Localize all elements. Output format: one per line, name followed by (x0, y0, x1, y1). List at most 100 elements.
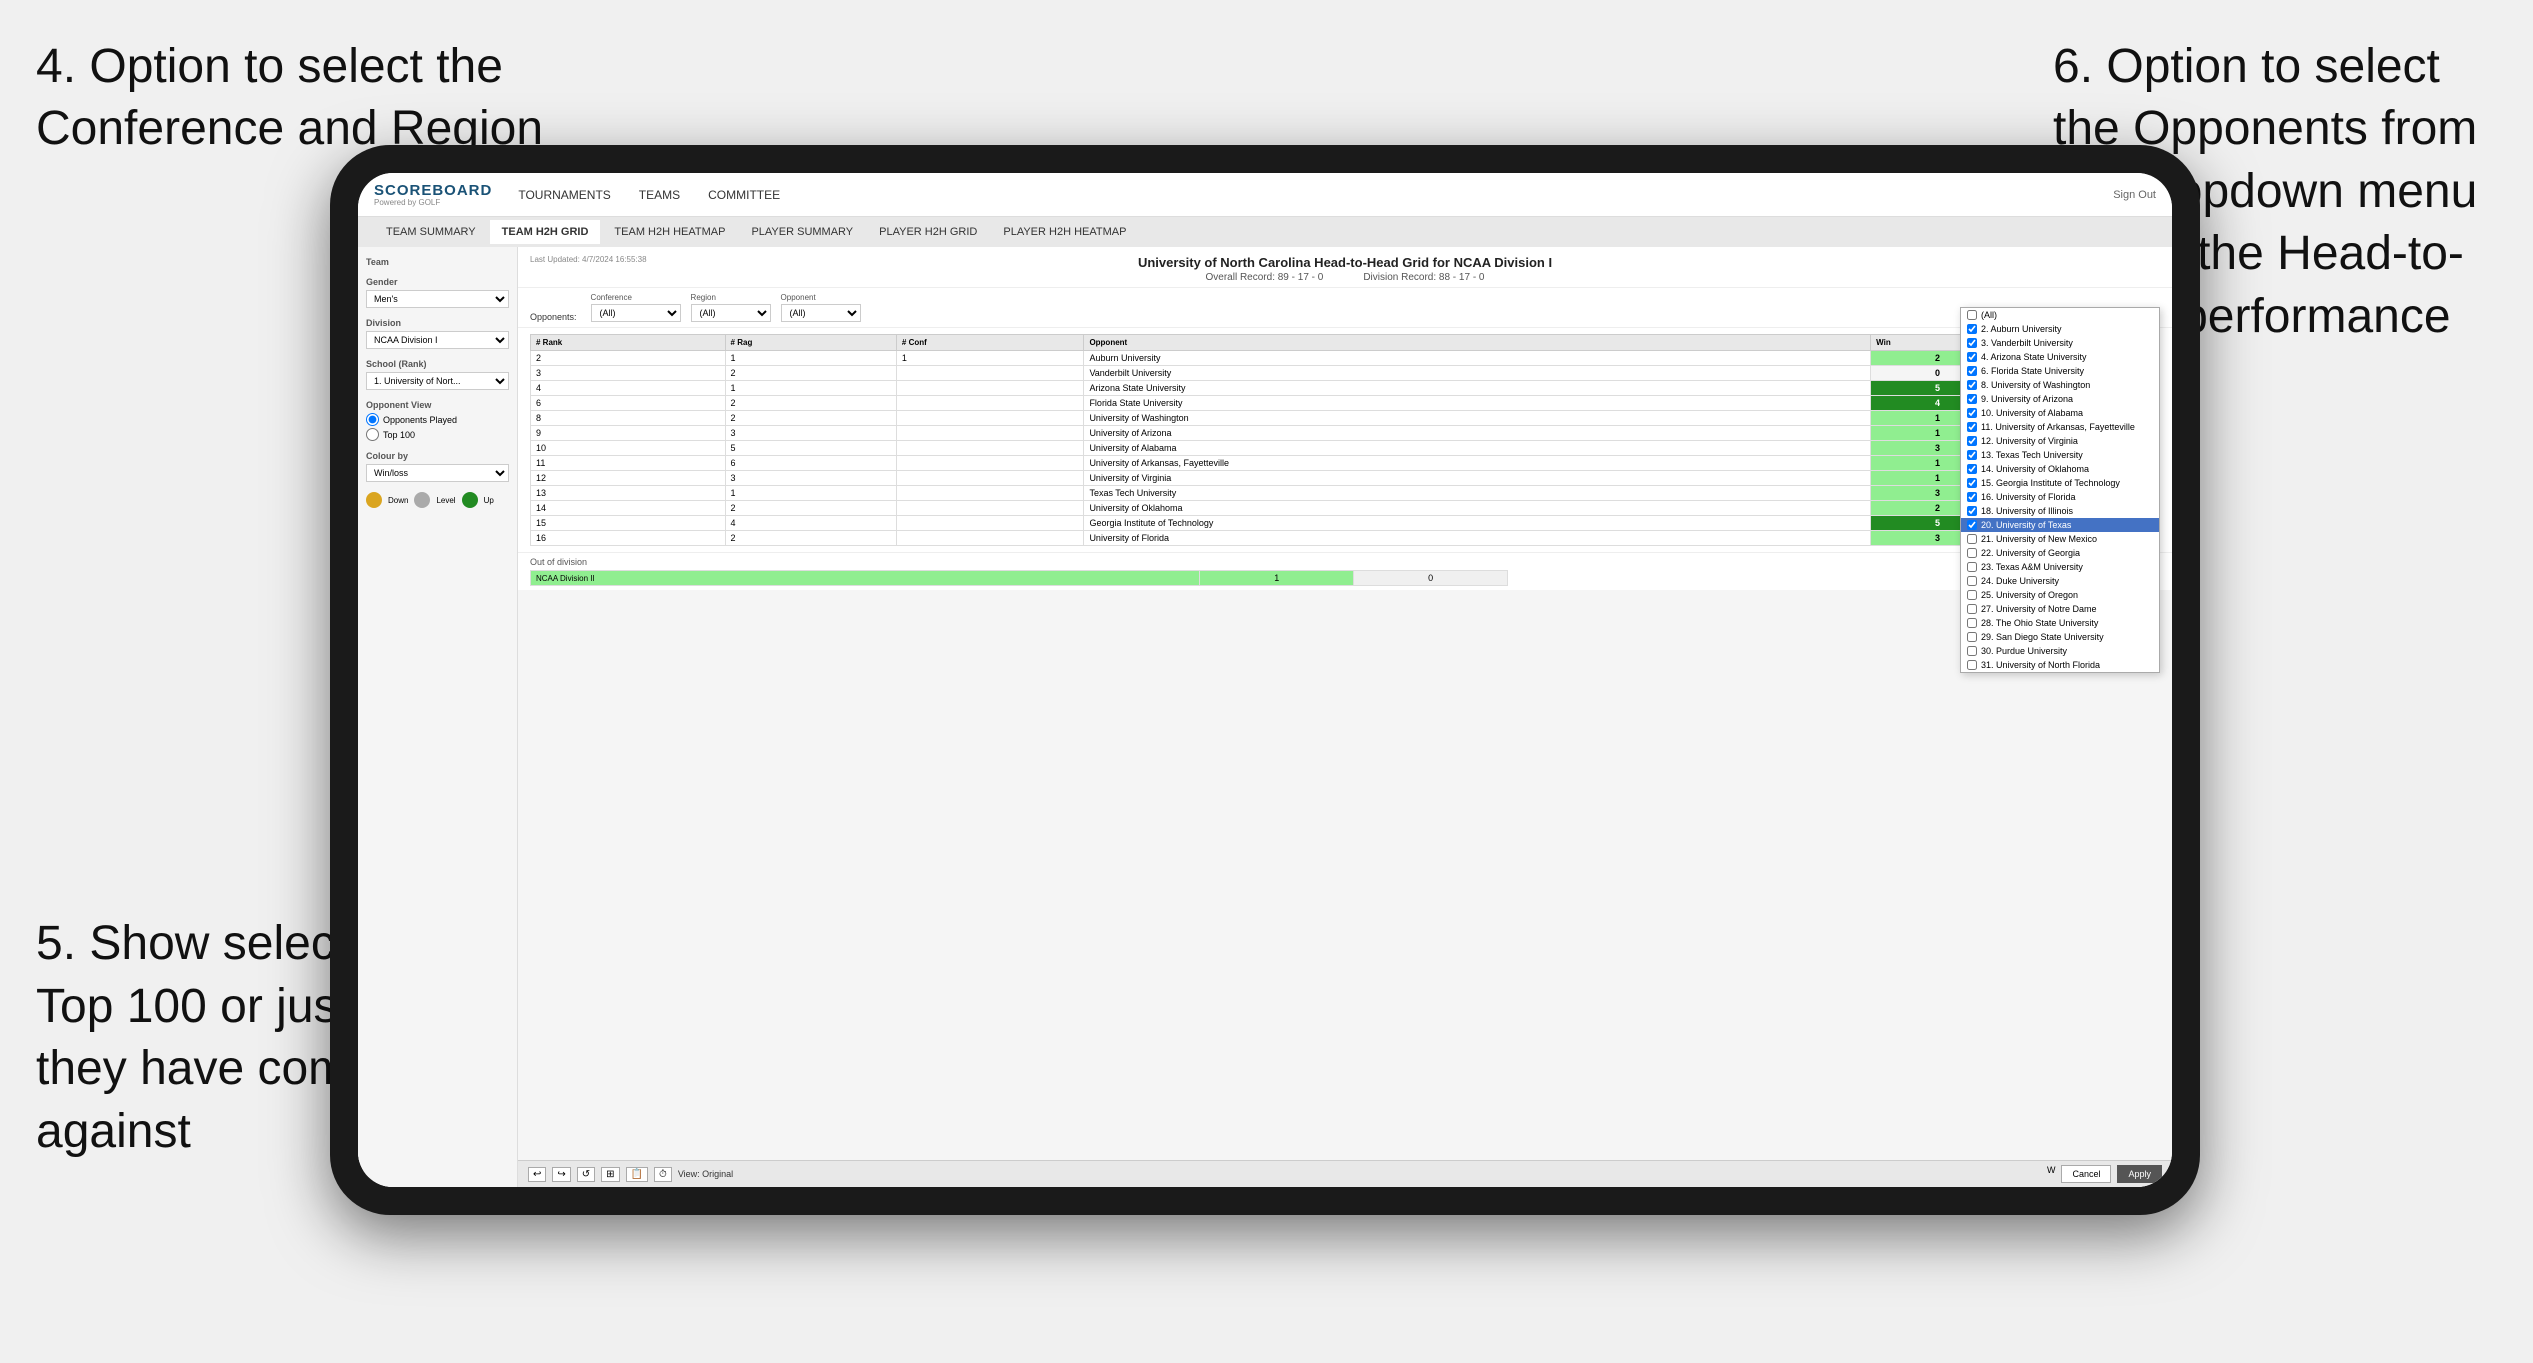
cancel-button[interactable]: Cancel (2061, 1165, 2111, 1183)
table-row: 15 4 Georgia Institute of Technology 5 1 (531, 516, 2160, 531)
dropdown-item[interactable]: 13. Texas Tech University (1961, 448, 2159, 462)
tab-player-summary[interactable]: PLAYER SUMMARY (739, 220, 865, 244)
copy-button[interactable]: ⊞ (601, 1167, 619, 1182)
cell-rank: 15 (531, 516, 726, 531)
tab-player-h2h-heatmap[interactable]: PLAYER H2H HEATMAP (991, 220, 1138, 244)
dropdown-item-label: 23. Texas A&M University (1981, 562, 2083, 572)
undo-button[interactable]: ↩ (528, 1167, 546, 1182)
cell-opponent: Auburn University (1084, 351, 1871, 366)
table-row: 12 3 University of Virginia 1 1 (531, 471, 2160, 486)
opponent-dropdown[interactable]: (All)2. Auburn University3. Vanderbilt U… (1960, 328, 2160, 673)
cell-rank: 3 (531, 366, 726, 381)
colour-select[interactable]: Win/loss (366, 464, 509, 482)
dropdown-item[interactable]: 8. University of Washington (1961, 378, 2159, 392)
opponent-select[interactable]: (All) (781, 304, 861, 322)
dropdown-item[interactable]: 23. Texas A&M University (1961, 560, 2159, 574)
region-select[interactable]: (All) (691, 304, 771, 322)
cell-opponent: University of Arizona (1084, 426, 1871, 441)
dropdown-item-label: 10. University of Alabama (1981, 408, 2083, 418)
dropdown-item[interactable]: 14. University of Oklahoma (1961, 462, 2159, 476)
dropdown-item[interactable]: 10. University of Alabama (1961, 406, 2159, 420)
opponent-filter: Opponent (All) (781, 293, 861, 322)
dropdown-item-label: 11. University of Arkansas, Fayetteville (1981, 422, 2135, 432)
dropdown-item[interactable]: 27. University of Notre Dame (1961, 602, 2159, 616)
nav-tournaments[interactable]: TOURNAMENTS (512, 184, 616, 206)
dropdown-item[interactable]: 16. University of Florida (1961, 490, 2159, 504)
tab-team-summary[interactable]: TEAM SUMMARY (374, 220, 488, 244)
dropdown-item[interactable]: 6. Florida State University (1961, 364, 2159, 378)
apply-button[interactable]: Apply (2117, 1165, 2162, 1183)
cell-rank: 12 (531, 471, 726, 486)
cell-opponent: Texas Tech University (1084, 486, 1871, 501)
paste-button[interactable]: 📋 (626, 1167, 648, 1182)
gender-select[interactable]: Men's (366, 290, 509, 308)
opponents-label: Opponents: (530, 312, 577, 322)
conference-select[interactable]: (All) (591, 304, 681, 322)
h2h-table: # Rank # Rag # Conf Opponent Win Loss (530, 334, 2160, 546)
dropdown-item[interactable]: 11. University of Arkansas, Fayetteville (1961, 420, 2159, 434)
radio-opponents-played[interactable]: Opponents Played (366, 413, 509, 426)
dropdown-item[interactable]: 4. Arizona State University (1961, 350, 2159, 364)
timer-button[interactable]: ⏱ (654, 1167, 672, 1182)
table-row: 10 5 University of Alabama 3 0 (531, 441, 2160, 456)
dropdown-item-label: 21. University of New Mexico (1981, 534, 2097, 544)
dropdown-item[interactable]: 15. Georgia Institute of Technology (1961, 476, 2159, 490)
dropdown-item-label: 28. The Ohio State University (1981, 618, 2098, 628)
dropdown-item[interactable]: 30. Purdue University (1961, 644, 2159, 658)
data-panel-wrapper: # Rank # Rag # Conf Opponent Win Loss (518, 328, 2172, 1160)
dropdown-item[interactable]: 31. University of North Florida (1961, 658, 2159, 672)
cell-rag: 2 (725, 501, 896, 516)
dropdown-item[interactable]: 2. Auburn University (1961, 328, 2159, 336)
school-section: School (Rank) 1. University of Nort... (366, 359, 509, 390)
tab-team-h2h-grid[interactable]: TEAM H2H GRID (490, 220, 601, 244)
cell-opponent: University of Washington (1084, 411, 1871, 426)
table-wrapper: # Rank # Rag # Conf Opponent Win Loss (518, 328, 2172, 552)
dropdown-item[interactable]: 28. The Ohio State University (1961, 616, 2159, 630)
table-row: 3 2 Vanderbilt University 0 4 (531, 366, 2160, 381)
dropdown-item[interactable]: 3. Vanderbilt University (1961, 336, 2159, 350)
cell-conf (896, 381, 1084, 396)
cell-rag: 1 (725, 486, 896, 501)
col-rank: # Rank (531, 335, 726, 351)
nav-committee[interactable]: COMMITTEE (702, 184, 786, 206)
tab-team-h2h-heatmap[interactable]: TEAM H2H HEATMAP (602, 220, 737, 244)
dropdown-item[interactable]: 9. University of Arizona (1961, 392, 2159, 406)
dropdown-item[interactable]: 21. University of New Mexico (1961, 532, 2159, 546)
dropdown-item-label: 29. San Diego State University (1981, 632, 2104, 642)
cell-conf (896, 471, 1084, 486)
level-label: Level (436, 496, 455, 505)
dropdown-item[interactable]: 22. University of Georgia (1961, 546, 2159, 560)
tab-player-h2h-grid[interactable]: PLAYER H2H GRID (867, 220, 989, 244)
col-rag: # Rag (725, 335, 896, 351)
dropdown-item[interactable]: 12. University of Virginia (1961, 434, 2159, 448)
colour-label: Colour by (366, 451, 509, 461)
dropdown-item[interactable]: 24. Duke University (1961, 574, 2159, 588)
sign-out[interactable]: Sign Out (2113, 189, 2156, 201)
dropdown-item-label: 15. Georgia Institute of Technology (1981, 478, 2120, 488)
nav-teams[interactable]: TEAMS (633, 184, 686, 206)
reset-button[interactable]: ↺ (577, 1167, 595, 1182)
dropdown-item[interactable]: 29. San Diego State University (1961, 630, 2159, 644)
dropdown-item[interactable]: 20. University of Texas (1961, 518, 2159, 532)
table-row: 8 2 University of Washington 1 0 (531, 411, 2160, 426)
cell-rank: 9 (531, 426, 726, 441)
cell-conf (896, 426, 1084, 441)
dropdown-item[interactable]: 18. University of Illinois (1961, 504, 2159, 518)
cell-opponent: Georgia Institute of Technology (1084, 516, 1871, 531)
color-legend: Down Level Up (366, 492, 509, 508)
cell-opponent: University of Oklahoma (1084, 501, 1871, 516)
redo-button[interactable]: ↪ (552, 1167, 570, 1182)
school-select[interactable]: 1. University of Nort... (366, 372, 509, 390)
cell-rank: 11 (531, 456, 726, 471)
table-row: 16 2 University of Florida 3 1 (531, 531, 2160, 546)
level-color-dot (414, 492, 430, 508)
conference-filter: Conference (All) (591, 293, 681, 322)
view-label: View: Original (678, 1169, 733, 1179)
up-color-dot (462, 492, 478, 508)
radio-top100[interactable]: Top 100 (366, 428, 509, 441)
dropdown-item[interactable]: 25. University of Oregon (1961, 588, 2159, 602)
division-select[interactable]: NCAA Division I (366, 331, 509, 349)
dropdown-item-label: 25. University of Oregon (1981, 590, 2078, 600)
division-section: Division NCAA Division I (366, 318, 509, 349)
cell-rag: 2 (725, 396, 896, 411)
